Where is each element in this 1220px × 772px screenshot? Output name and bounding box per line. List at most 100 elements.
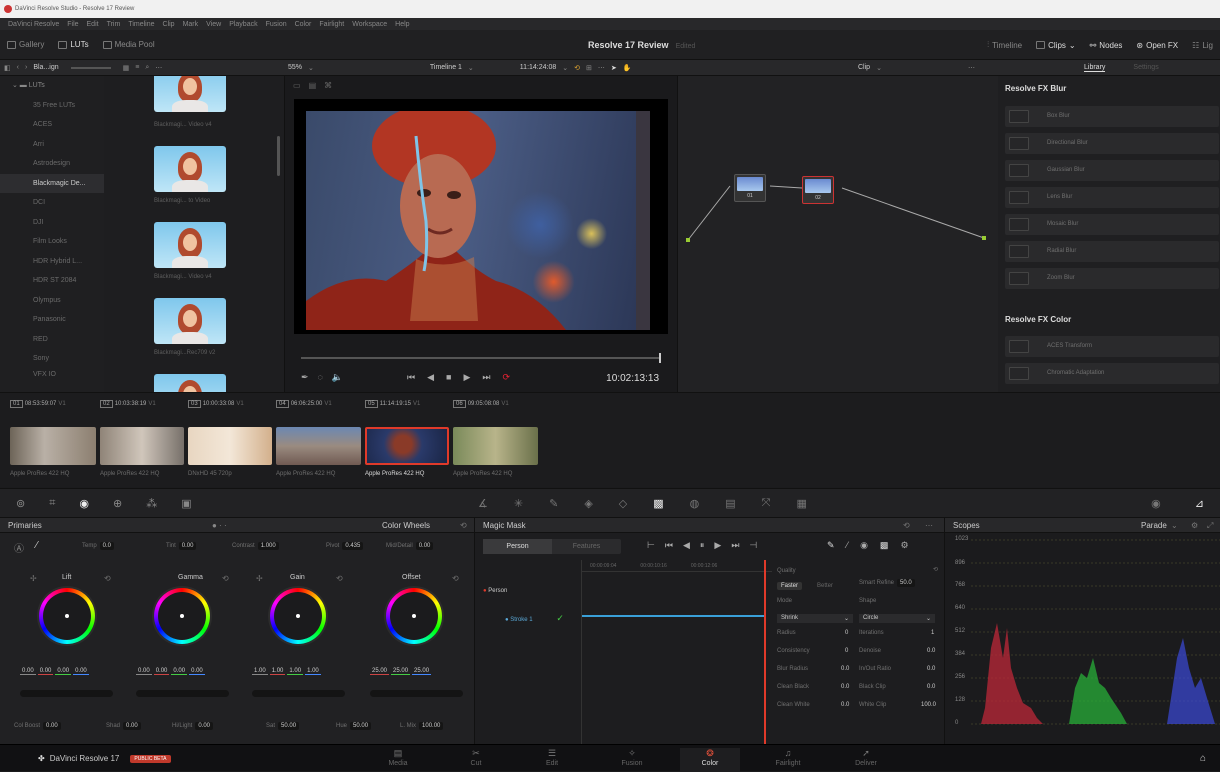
clip-thumbnail[interactable] [276,427,361,465]
inout-ratio-value[interactable]: 0.0 [927,666,935,672]
loop-toggle-icon[interactable]: ⟳ [503,372,511,383]
scope-type-dropdown[interactable]: Parade [1141,518,1167,533]
zoom-dropdown[interactable]: 55% [288,64,302,71]
more-options-icon[interactable]: ⋯ [925,518,933,533]
forward-icon[interactable]: › [25,64,27,71]
last-frame-icon[interactable]: ⏭ [482,372,490,383]
scrollbar[interactable] [277,136,280,176]
auto-balance-icon[interactable]: Ⓐ [14,540,24,555]
lut-folder-item[interactable]: Sony [0,349,104,369]
sat-control[interactable]: Sat 50.00 [266,722,300,730]
pause-icon[interactable]: ⏸ [700,540,705,551]
fx-item[interactable]: Radial Blur [1005,241,1219,262]
menu-item[interactable]: Fairlight [319,21,344,28]
wipe-tool-icon[interactable]: ✒ [301,372,309,383]
menu-item[interactable]: Edit [87,21,99,28]
offset-values[interactable]: 25.00 25.00 25.00 [370,668,432,675]
clip-thumbnail[interactable] [10,427,96,465]
consistency-value[interactable]: 0 [845,648,848,654]
clip-thumbnail[interactable] [453,427,538,465]
node-editor[interactable]: 01 02 [678,76,998,392]
menu-item[interactable]: Mark [183,21,199,28]
gain-y[interactable]: 1.00 [252,668,268,675]
color-wheels-icon[interactable]: ◉ [79,497,89,510]
overlay-icon[interactable]: ◉ [860,540,868,551]
magic-mask-icon[interactable]: ▩ [653,497,663,510]
page-cut[interactable]: ✂ Cut [446,748,506,767]
hue-value[interactable]: 50.00 [350,722,372,730]
menu-item[interactable]: Color [295,21,312,28]
media-pool-button[interactable]: Media Pool [96,40,162,49]
mask-view-icon[interactable]: ▩ [880,540,889,551]
lut-folder-item[interactable]: DJI [0,213,104,233]
stroke-row[interactable]: ● Stroke 1 ✓ [505,613,564,624]
lift-g[interactable]: 0.00 [55,668,72,675]
scrub-bar[interactable] [301,353,661,363]
picker-icon[interactable]: ⁄ [36,540,38,551]
contrast-control[interactable]: Contrast 1.000 [232,542,279,550]
gamma-g[interactable]: 0.00 [171,668,188,675]
tint-value[interactable]: 0.00 [178,542,197,550]
lut-folder-item[interactable]: HDR ST 2084 [0,271,104,291]
lut-thumbnail[interactable] [154,76,226,112]
lut-folder-item[interactable]: Arri [0,135,104,155]
lmix-control[interactable]: L. Mix 100.00 [400,722,444,730]
gallery-button[interactable]: Gallery [0,40,51,49]
key-icon[interactable]: ▤ [725,497,735,510]
lift-b[interactable]: 0.00 [73,668,89,675]
page-color[interactable]: ❂ Color [680,748,740,772]
fx-item[interactable]: Lens Blur [1005,187,1219,208]
clean-white-value[interactable]: 0.0 [841,702,849,708]
colboost-value[interactable]: 0.00 [43,722,61,730]
grid-view-icon[interactable]: ▦ [123,64,130,72]
fx-item[interactable]: Box Blur [1005,106,1219,127]
highlight-icon[interactable]: ⌘ [324,81,332,90]
middetail-value[interactable]: 0.00 [415,542,434,550]
camera-raw-icon[interactable]: ⊚ [16,497,25,510]
lut-folder-item[interactable]: Panasonic [0,310,104,330]
colboost-control[interactable]: Col Boost 0.00 [14,722,61,730]
color-match-icon[interactable]: ⌗ [49,497,55,510]
gain-master-slider[interactable] [252,690,345,697]
contrast-value[interactable]: 1.000 [257,542,279,550]
mask-timeline[interactable]: 00:00:09:04 00:00:10:16 00:00:12:06 [581,560,772,744]
sat-value[interactable]: 50.00 [278,722,300,730]
panel-toggle-icon[interactable]: ◧ [4,64,11,72]
lightbox-toggle[interactable]: ☷ Lig [1185,41,1220,50]
menu-item[interactable]: Fusion [266,21,287,28]
fx-item[interactable]: Gaussian Blur [1005,160,1219,181]
gain-b[interactable]: 1.00 [305,668,321,675]
scopes-icon[interactable]: ⊿ [1195,497,1204,510]
lift-wheel[interactable] [39,588,95,644]
gamma-y[interactable]: 0.00 [136,668,152,675]
lut-thumbnail[interactable] [154,222,226,268]
gamma-master-slider[interactable] [136,690,229,697]
reset-icon[interactable]: ⟲ [104,574,111,583]
offset-b[interactable]: 25.00 [412,668,432,675]
openfx-toggle[interactable]: ⊛ Open FX [1129,41,1185,50]
pointer-tool-icon[interactable]: ➤ [611,64,617,72]
track-backward-icon[interactable]: ⊢ [647,540,655,551]
reverse-frame-icon[interactable]: ⏮ [665,540,673,551]
more-options-icon[interactable]: ⋯ [968,64,975,72]
gallery-view-icon[interactable]: ▤ [309,81,317,90]
lift-y[interactable]: 0.00 [20,668,36,675]
3d-icon[interactable]: ▦ [796,497,806,510]
hilight-value[interactable]: 0.00 [195,722,214,730]
reset-icon[interactable]: ⟲ [222,574,229,583]
smart-refine-value[interactable]: 50.0 [897,579,915,587]
loop-icon[interactable]: ◌ [318,372,323,383]
lut-thumbnail[interactable] [154,374,226,392]
play-icon[interactable]: ▶ [463,372,470,383]
fx-item[interactable]: Zoom Blur [1005,268,1219,289]
window-icon[interactable]: ◈ [584,497,592,510]
lut-root-folder[interactable]: ⌄ ▬ LUTs [0,76,104,96]
denoise-value[interactable]: 0.0 [927,648,935,654]
menu-item[interactable]: Help [395,21,409,28]
split-screen-icon[interactable]: ⊞ [586,64,592,72]
radius-control[interactable]: Radius [777,630,796,636]
menu-item[interactable]: Workspace [352,21,387,28]
gain-g[interactable]: 1.00 [287,668,304,675]
luts-button[interactable]: LUTs [51,40,95,49]
picker-icon[interactable]: ✢ [256,574,263,583]
